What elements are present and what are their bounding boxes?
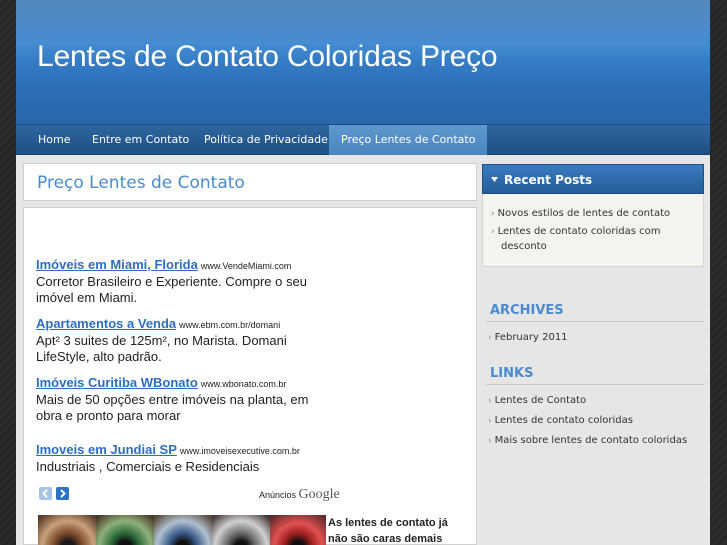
- ad-description: Industriais , Comerciais e Residenciais: [36, 459, 260, 474]
- eye-image: [154, 515, 212, 545]
- recent-post-label: Lentes de contato coloridas com: [497, 226, 661, 237]
- site-title[interactable]: Lentes de Contato Coloridas Preço: [37, 40, 498, 74]
- divider: [486, 321, 704, 322]
- recent-post-label: Novos estilos de lentes de contato: [497, 208, 671, 219]
- bullet-arrow-icon: ›: [491, 227, 495, 237]
- page-title: Preço Lentes de Contato: [37, 173, 245, 193]
- bullet-arrow-icon: ›: [488, 396, 492, 406]
- archives-heading: ARCHIVES: [490, 303, 564, 318]
- ad-description: Apt² 3 suites de 125m², no Marista. Doma…: [36, 333, 287, 364]
- ad-item: Apartamentos a Venda www.ebm.com.br/doman…: [36, 313, 336, 365]
- site-header: Lentes de Contato Coloridas Preço: [16, 0, 710, 125]
- chevron-right-icon[interactable]: [56, 487, 69, 500]
- ad-url[interactable]: www.ebm.com.br/domani: [179, 320, 280, 330]
- sidebar-link-label: Lentes de Contato: [494, 395, 587, 406]
- sidebar-link[interactable]: › Lentes de contato coloridas: [488, 413, 633, 429]
- divider: [486, 384, 704, 385]
- sidebar-link[interactable]: › Lentes de Contato: [488, 393, 586, 409]
- eyes-thumbnail[interactable]: [38, 515, 326, 545]
- nav-politica-de-privacidade[interactable]: Política de Privacidade: [192, 125, 340, 155]
- ad-description: Corretor Brasileiro e Experiente. Compre…: [36, 274, 307, 305]
- page-title-box: Preço Lentes de Contato: [23, 163, 477, 201]
- eye-image: [96, 515, 154, 545]
- nav-home[interactable]: Home: [26, 125, 82, 155]
- teaser-text[interactable]: As lentes de contato já não são caras de…: [328, 515, 458, 545]
- recent-post-link[interactable]: › Lentes de contato coloridas com: [491, 224, 660, 240]
- chevron-left-icon[interactable]: [39, 487, 52, 500]
- recent-posts-heading: Recent Posts: [504, 173, 593, 187]
- ad-url[interactable]: www.imoveisexecutive.com.br: [180, 446, 300, 456]
- ad-title-link[interactable]: Apartamentos a Venda: [36, 316, 176, 331]
- main-nav: Home Entre em Contato Política de Privac…: [16, 125, 710, 155]
- ad-item: Imóveis Curitiba WBonato www.wbonato.com.…: [36, 372, 336, 424]
- eye-image: [212, 515, 270, 545]
- nav-preco-lentes-de-contato[interactable]: Preço Lentes de Contato: [329, 125, 488, 155]
- ad-title-link[interactable]: Imóveis em Miami, Florida: [36, 257, 198, 272]
- page-wrapper: Lentes de Contato Coloridas Preço Home E…: [16, 0, 710, 545]
- triangle-down-icon: [491, 177, 498, 182]
- recent-post-link-continued[interactable]: desconto: [501, 239, 547, 255]
- ad-description: Mais de 50 opções entre imóveis na plant…: [36, 392, 309, 423]
- ads-by-google[interactable]: Anúncios Google: [259, 487, 340, 503]
- ads-by-label: Anúncios: [259, 490, 297, 500]
- ad-title-link[interactable]: Imóveis Curitiba WBonato: [36, 375, 198, 390]
- ad-url[interactable]: www.wbonato.com.br: [201, 379, 287, 389]
- ad-url[interactable]: www.VendeMiami.com: [201, 261, 292, 271]
- eye-image: [38, 515, 96, 545]
- bullet-arrow-icon: ›: [491, 209, 495, 219]
- bullet-arrow-icon: ›: [488, 416, 492, 426]
- nav-entre-em-contato[interactable]: Entre em Contato: [80, 125, 201, 155]
- ad-item: Imoveis em Jundiai SP www.imoveisexecutiv…: [36, 439, 336, 475]
- eye-image: [270, 515, 326, 545]
- links-heading: LINKS: [490, 366, 534, 381]
- sidebar-link[interactable]: › Mais sobre lentes de contato coloridas: [488, 433, 687, 449]
- sidebar-link-label: Mais sobre lentes de contato coloridas: [494, 435, 688, 446]
- recent-posts-header[interactable]: Recent Posts: [482, 164, 704, 194]
- archive-link[interactable]: › February 2011: [488, 330, 568, 346]
- archive-label: February 2011: [494, 332, 568, 343]
- google-logo: Google: [298, 487, 340, 502]
- bullet-arrow-icon: ›: [488, 436, 492, 446]
- recent-posts-box: › Novos estilos de lentes de contato › Len…: [482, 194, 704, 267]
- ad-title-link[interactable]: Imoveis em Jundiai SP: [36, 442, 177, 457]
- sidebar-link-label: Lentes de contato coloridas: [494, 415, 633, 426]
- recent-post-link[interactable]: › Novos estilos de lentes de contato: [491, 206, 670, 222]
- bullet-arrow-icon: ›: [488, 333, 492, 343]
- ad-item: Imóveis em Miami, Florida www.VendeMiami.…: [36, 254, 336, 306]
